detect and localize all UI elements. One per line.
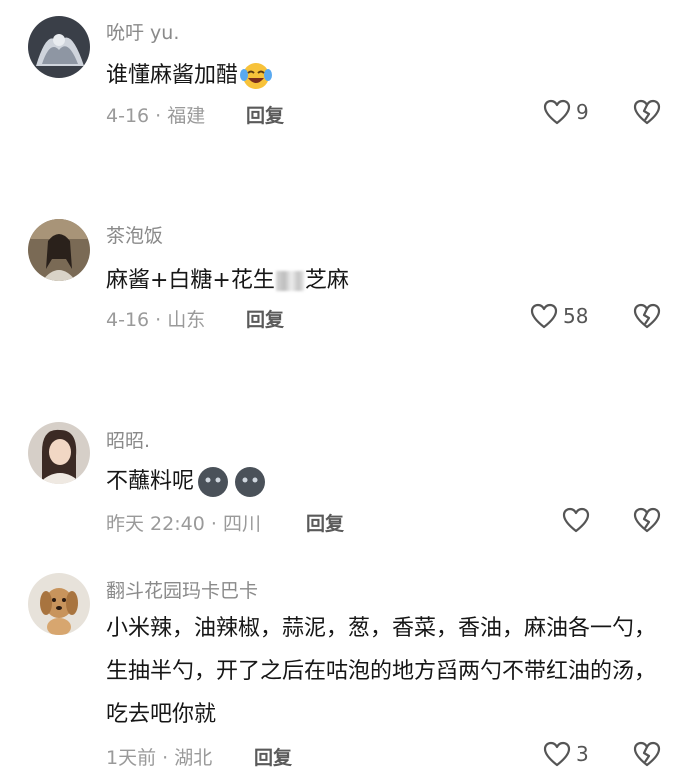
like-button[interactable] <box>561 506 591 534</box>
username[interactable]: 吮吁 yu. <box>106 18 179 45</box>
comment-text-body: 不蘸料呢 <box>106 469 195 494</box>
like-count: 9 <box>576 100 589 124</box>
broken-heart-icon <box>633 99 661 125</box>
comment-text: 小米辣，油辣椒，蒜泥，葱，香菜，香油，麻油各一勺，生抽半勺，开了之后在咕泡的地方… <box>106 616 657 727</box>
heart-outline-icon <box>562 507 590 533</box>
like-count: 3 <box>576 742 589 766</box>
username[interactable]: 昭昭. <box>106 426 150 453</box>
meta-separator: · <box>162 747 169 769</box>
broken-heart-icon <box>633 741 661 767</box>
dislike-button[interactable] <box>632 740 662 768</box>
dislike-button[interactable] <box>632 98 662 126</box>
comment-date: 1天前 <box>106 747 157 769</box>
reply-button[interactable]: 回复 <box>246 101 284 128</box>
broken-heart-icon <box>633 303 661 329</box>
avatar-image <box>28 573 90 635</box>
avatar-image <box>28 422 90 484</box>
comment-date: 4-16 <box>106 309 150 331</box>
avatar-image <box>28 219 90 281</box>
like-button[interactable]: 9 <box>542 98 589 126</box>
avatar[interactable] <box>28 573 90 635</box>
comment-text-body: 芝麻 <box>304 268 349 293</box>
comment-location: 四川 <box>222 513 261 535</box>
avatar[interactable] <box>28 422 90 484</box>
comment-text-body: 谁懂麻酱加醋 <box>106 63 239 88</box>
comment-location: 湖北 <box>174 747 213 769</box>
comment-location: 山东 <box>167 309 206 331</box>
reply-button[interactable]: 回复 <box>246 305 284 332</box>
comment-text: 麻酱+白糖+花生 芝麻 <box>106 262 349 294</box>
comment-text: 谁懂麻酱加醋 <box>106 57 273 91</box>
comment-text: 不蘸料呢 <box>106 463 268 499</box>
avatar[interactable] <box>28 219 90 281</box>
comment-meta: 4-16 · 山东 <box>106 305 205 332</box>
like-button[interactable]: 58 <box>529 302 588 330</box>
comment-date: 昨天 22:40 <box>106 513 205 535</box>
comment-date: 4-16 <box>106 105 150 127</box>
avatar[interactable] <box>28 16 90 78</box>
heart-outline-icon <box>530 303 558 329</box>
heart-outline-icon <box>543 99 571 125</box>
meta-separator: · <box>210 513 217 535</box>
dislike-button[interactable] <box>632 302 662 330</box>
comment-meta: 1天前 · 湖北 <box>106 743 212 770</box>
reply-button[interactable]: 回复 <box>254 743 292 770</box>
laughing-crying-emoji-icon <box>240 61 273 91</box>
dislike-button[interactable] <box>632 506 662 534</box>
comment-text-body: 麻酱+白糖+花生 <box>106 268 275 293</box>
reply-button[interactable]: 回复 <box>306 509 344 536</box>
meta-separator: · <box>155 309 162 331</box>
like-count: 58 <box>563 304 589 328</box>
censored-text <box>275 271 304 291</box>
comment-meta: 4-16 · 福建 <box>106 101 205 128</box>
meta-separator: · <box>155 105 162 127</box>
avatar-image <box>28 16 90 78</box>
broken-heart-icon <box>633 507 661 533</box>
comment-meta: 昨天 22:40 · 四川 <box>106 509 261 536</box>
like-button[interactable]: 3 <box>542 740 589 768</box>
heart-outline-icon <box>543 741 571 767</box>
username[interactable]: 茶泡饭 <box>106 221 163 248</box>
comment-location: 福建 <box>167 105 206 127</box>
dark-moon-face-emoji-icon <box>196 465 268 499</box>
username[interactable]: 翻斗花园玛卡巴卡 <box>106 576 258 603</box>
